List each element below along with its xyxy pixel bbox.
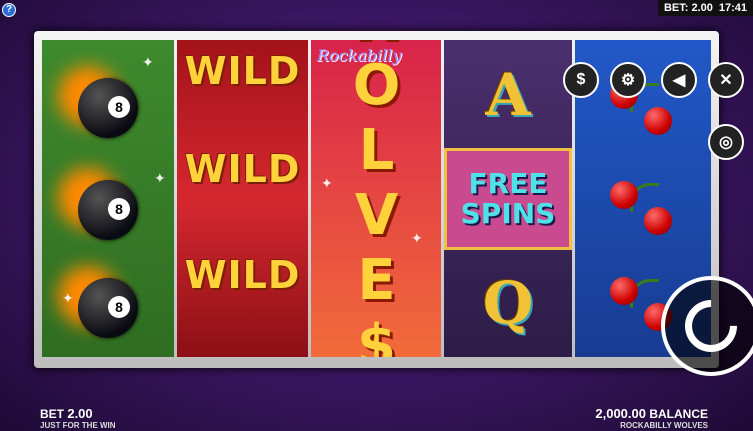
help-icon[interactable]: ?	[2, 3, 16, 17]
balance-value: 2,000.00	[595, 406, 646, 421]
bet-value: 2.00	[67, 406, 93, 421]
clock-text: 17:41	[718, 2, 747, 14]
game-name: ROCKABILLY WOLVES	[620, 421, 708, 430]
free-text: FREE	[468, 167, 548, 200]
bet-label: BET	[40, 407, 64, 421]
bet-subtitle: JUST FOR THE WIN	[40, 421, 116, 430]
sparkle-icon: ✦	[154, 170, 166, 186]
top-status-bar: BET: 2.00 17:41	[657, 0, 753, 16]
sparkle-icon: ✦	[411, 230, 423, 246]
eight-ball-symbol: 8	[42, 68, 174, 148]
eight-ball-symbol: 8	[42, 268, 174, 348]
autoplay-icon[interactable]: ◎	[708, 124, 744, 160]
balance-label: BALANCE	[649, 407, 708, 421]
wild-symbol: WILD	[184, 147, 301, 191]
wolves-logo-symbol: WOLVE$!	[344, 40, 409, 357]
top-bet-text: BET: 2.00	[663, 2, 713, 14]
sparkle-icon: ✦	[142, 54, 154, 70]
cherry-symbol	[575, 176, 711, 246]
reel-2: WILD WILD WILD	[177, 40, 308, 357]
sparkle-icon: ✦	[62, 290, 74, 306]
spin-button[interactable]	[661, 276, 753, 376]
wild-symbol: WILD	[184, 253, 301, 297]
gear-icon[interactable]: ⚙	[610, 62, 646, 98]
spin-arrow-icon	[674, 289, 748, 363]
reel-3: Rockabilly WOLVE$! ✦ ✦	[311, 40, 441, 357]
letter-q-symbol: Q	[482, 269, 534, 337]
reel-1: 8 8 8 ✦ ✦ ✦	[42, 40, 174, 357]
wild-symbol: WILD	[184, 49, 301, 93]
close-icon[interactable]: ✕	[708, 62, 744, 98]
bet-display[interactable]: BET 2.00 JUST FOR THE WIN	[40, 406, 116, 430]
sparkle-icon: ✦	[321, 175, 333, 191]
spins-text: SPINS	[460, 197, 556, 230]
balance-display: 2,000.00 BALANCE ROCKABILLY WOLVES	[595, 406, 708, 430]
free-spins-symbol: FREE SPINS	[444, 148, 572, 250]
dollar-star-icon[interactable]: $	[563, 62, 599, 98]
letter-a-symbol: A	[485, 61, 531, 129]
speaker-icon[interactable]: ◀	[661, 62, 697, 98]
